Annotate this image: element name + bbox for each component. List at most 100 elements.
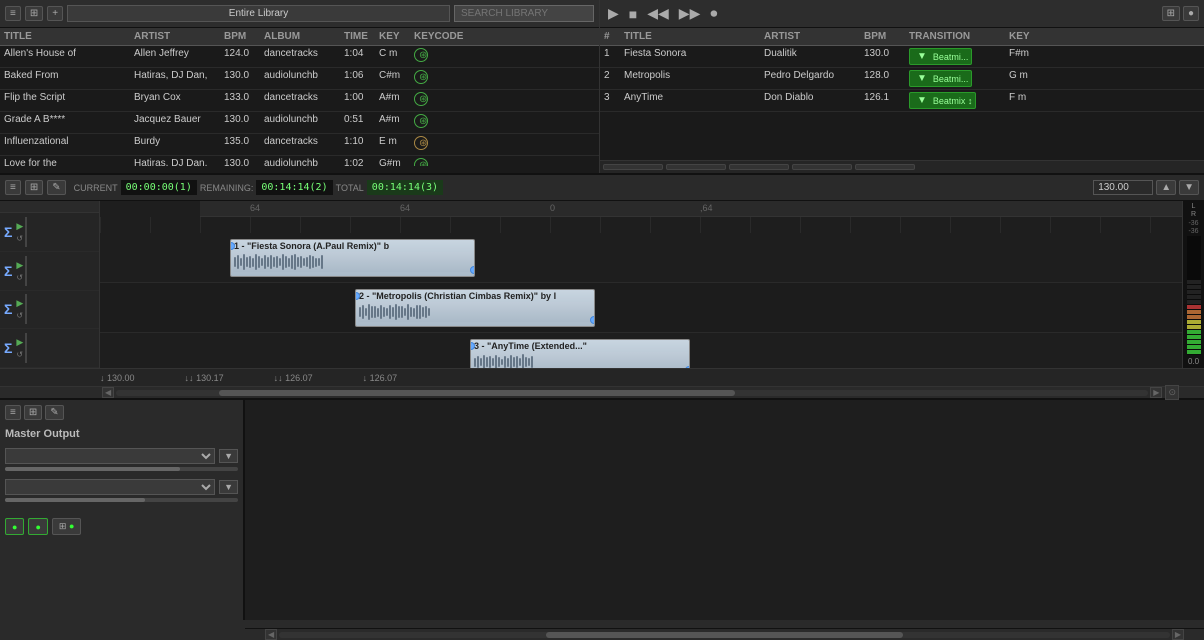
timeline-toolbar: ≡ ⊞ ✎ CURRENT 00:00:00(1) REMAINING: 00:… — [0, 175, 1204, 201]
vu-seg-inactive-5 — [1187, 280, 1201, 284]
playlist-row[interactable]: 1 Fiesta Sonora Dualitik 130.0 ▼Beatmi..… — [600, 46, 1204, 68]
clip-1-handle-end[interactable] — [470, 266, 475, 274]
track-label-2: Σ ▶ ↺ — [0, 252, 99, 291]
top-panel: ≡ ⊞ + Entire Library TITLE ARTIST BPM AL… — [0, 0, 1204, 175]
table-header: TITLE ARTIST BPM ALBUM TIME KEY KEYCODE — [0, 28, 599, 46]
mixer-panel: ≡ ⊞ ✎ Master Output ▼ ▼ — [0, 400, 245, 620]
scroll-left-btn[interactable]: ◀ — [102, 387, 114, 398]
track-clip-3[interactable]: 3 - "AnyTime (Extended..." — [470, 339, 690, 368]
bpm-marker-1: ↓ 130.00 — [100, 373, 135, 383]
mixer-list-btn[interactable]: ≡ — [5, 405, 21, 420]
scrollbar-thumb[interactable] — [219, 390, 735, 396]
play-btn[interactable]: ▶ — [605, 5, 622, 22]
clip-2-handle-end[interactable] — [590, 316, 595, 324]
bpm-up-btn[interactable]: ▲ — [1156, 180, 1176, 195]
vu-seg-inactive-2 — [1187, 295, 1201, 299]
vu-seg-1 — [1187, 350, 1201, 354]
bpm-input[interactable] — [1093, 180, 1153, 195]
bottom-panel: ≡ ⊞ ✎ Master Output ▼ ▼ — [0, 400, 1204, 620]
vu-bar-container — [1187, 236, 1201, 355]
clip-2-label: 2 - "Metropolis (Christian Cimbas Remix)… — [356, 290, 594, 302]
track-label-3: Σ ▶ ↺ — [0, 291, 99, 330]
track-lane-1[interactable]: 1 - "Fiesta Sonora (A.Paul Remix)" b — [100, 233, 1182, 283]
library-dropdown[interactable]: Entire Library — [67, 5, 450, 22]
timeline-panel: ≡ ⊞ ✎ CURRENT 00:00:00(1) REMAINING: 00:… — [0, 175, 1204, 400]
bottom-scroll-left-btn[interactable]: ◀ — [265, 629, 277, 640]
vu-l-label: L — [1192, 203, 1196, 210]
vu-meter: L R -36 -36 0.0 — [1182, 201, 1204, 368]
rewind-btn[interactable]: ◀◀ — [644, 5, 672, 22]
tl-edit-btn[interactable]: ✎ — [47, 180, 65, 195]
grid-view-btn[interactable]: ⊞ — [25, 6, 43, 21]
ch1-fader[interactable] — [5, 467, 238, 471]
scrollbar-track[interactable] — [116, 390, 1148, 396]
table-row[interactable]: Grade A B**** Jacquez Bauer 130.0 audiol… — [0, 112, 599, 134]
empty-area: ◀ ▶ — [245, 400, 1204, 620]
playlist-settings-btn[interactable]: ● — [1183, 6, 1199, 21]
clip-3-waveform — [473, 352, 687, 368]
track-clip-1[interactable]: 1 - "Fiesta Sonora (A.Paul Remix)" b — [230, 239, 475, 277]
col-artist: ARTIST — [130, 30, 220, 43]
bottom-scrollbar[interactable]: ◀ ▶ — [245, 628, 1204, 640]
table-row[interactable]: Baked From Hatiras, DJ Dan, 130.0 audiol… — [0, 68, 599, 90]
timeline-area[interactable]: 64 64 0 ,64 1 - "Fiesta Sonora (A.Paul R… — [100, 201, 1182, 368]
tl-grid-btn[interactable]: ⊞ — [25, 180, 43, 195]
ruler-mark-3: 0 — [550, 203, 555, 213]
mixer-monitor-btn2[interactable]: ● — [28, 518, 47, 535]
table-row[interactable]: Allen's House of Allen Jeffrey 124.0 dan… — [0, 46, 599, 68]
forward-btn[interactable]: ▶▶ — [676, 5, 704, 22]
bpm-down-btn[interactable]: ▼ — [1179, 180, 1199, 195]
vu-seg-2 — [1187, 345, 1201, 349]
add-track-btn[interactable]: + — [47, 6, 63, 21]
vu-value: 0.0 — [1188, 357, 1199, 366]
track-clip-2[interactable]: 2 - "Metropolis (Christian Cimbas Remix)… — [355, 289, 595, 327]
mixer-btn-group: ● ● ⊞ ● — [5, 518, 238, 535]
ch2-fader[interactable] — [5, 498, 238, 502]
table-row[interactable]: Love for the Hatiras, DJ Dan, 130.0 audi… — [0, 156, 599, 166]
playlist-row[interactable]: 2 Metropolis Pedro Delgardo 128.0 ▼Beatm… — [600, 68, 1204, 90]
mixer-channel-2: ▼ — [5, 479, 238, 505]
vu-seg-4 — [1187, 335, 1201, 339]
record-btn[interactable]: ⏺ — [707, 5, 720, 22]
table-body: Allen's House of Allen Jeffrey 124.0 dan… — [0, 46, 599, 166]
clip-3-label: 3 - "AnyTime (Extended..." — [471, 340, 689, 352]
timeline-tracks: Σ ▶ ↺ Σ ▶ ↺ Σ — [0, 201, 100, 368]
mixer-edit-btn[interactable]: ✎ — [45, 405, 63, 420]
mixer-monitor-btn1[interactable]: ● — [5, 518, 24, 535]
mixer-toolbar: ≡ ⊞ ✎ — [5, 405, 238, 420]
vu-seg-7 — [1187, 320, 1201, 324]
playlist-options-btn[interactable]: ⊞ — [1162, 6, 1180, 21]
playlist-row[interactable]: 3 AnyTime Don Diablo 126.1 ▼Beatmix ↕ F … — [600, 90, 1204, 112]
table-row[interactable]: Influenzational Burdy 135.0 dancetracks … — [0, 134, 599, 156]
list-view-btn[interactable]: ≡ — [5, 6, 21, 21]
timeline-content: Σ ▶ ↺ Σ ▶ ↺ Σ — [0, 201, 1204, 368]
timeline-zoom-btn[interactable]: ⊙ — [1165, 385, 1179, 400]
timeline-scrollbar[interactable]: ◀ ▶ ⊙ — [0, 386, 1204, 398]
vu-seg-3 — [1187, 340, 1201, 344]
channel-2-dropdown[interactable] — [5, 479, 215, 495]
ch2-expand-btn[interactable]: ▼ — [219, 480, 238, 494]
bottom-scroll-right-btn[interactable]: ▶ — [1172, 629, 1184, 640]
bpm-marker-3: ↓↓ 126.07 — [274, 373, 313, 383]
search-input[interactable] — [454, 5, 594, 22]
col-bpm: BPM — [220, 30, 260, 43]
mixer-grid-btn[interactable]: ⊞ — [24, 405, 42, 420]
bottom-scrollbar-thumb[interactable] — [546, 632, 902, 638]
current-time: 00:00:00(1) — [121, 180, 197, 195]
stop-btn[interactable]: ■ — [626, 6, 640, 22]
timeline-ruler: 64 64 0 ,64 — [200, 201, 1182, 217]
clip-3-handle-end[interactable] — [685, 366, 690, 368]
mixer-display-btn[interactable]: ⊞ ● — [52, 518, 82, 535]
ch1-expand-btn[interactable]: ▼ — [219, 449, 238, 463]
track-lane-3[interactable]: 3 - "AnyTime (Extended..." — [100, 333, 1182, 368]
scroll-right-btn[interactable]: ▶ — [1150, 387, 1162, 398]
vu-seg-inactive-4 — [1187, 285, 1201, 289]
tl-list-btn[interactable]: ≡ — [5, 180, 21, 195]
track-lane-2[interactable]: 2 - "Metropolis (Christian Cimbas Remix)… — [100, 283, 1182, 333]
channel-1-dropdown[interactable] — [5, 448, 215, 464]
ruler-mark-1: 64 — [250, 203, 260, 213]
table-row[interactable]: Flip the Script Bryan Cox 133.0 dancetra… — [0, 90, 599, 112]
bottom-scrollbar-track[interactable] — [279, 632, 1170, 638]
total-label: TOTAL — [336, 183, 364, 193]
track-label-4: Σ ▶ ↺ — [0, 329, 99, 368]
